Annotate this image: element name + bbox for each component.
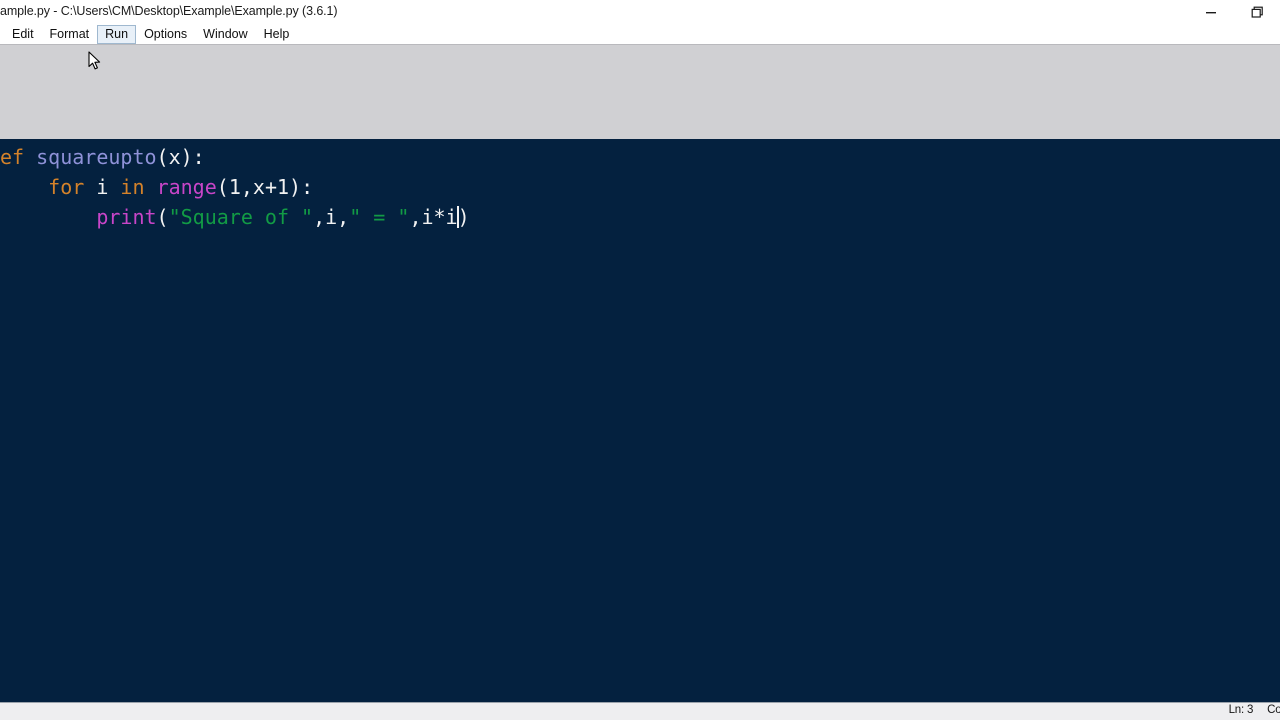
- menu-item-run[interactable]: Run: [97, 24, 137, 44]
- code-token-kw: for: [48, 175, 85, 199]
- menu-item-window[interactable]: Window: [195, 25, 255, 44]
- code-token-plain: (1,x+1):: [216, 175, 314, 199]
- menu-item-help[interactable]: Help: [256, 25, 298, 44]
- menu-bar: Edit Format Run Options Window Help: [0, 24, 1280, 70]
- title-bar: ample.py - C:\Users\CM\Desktop\Example\E…: [0, 0, 1280, 24]
- code-token-kw: in: [120, 175, 145, 199]
- code-line: print("Square of ",i," = ",i*i): [0, 202, 1280, 232]
- code-editor[interactable]: ef squareupto(x): for i in range(1,x+1):…: [0, 139, 1280, 702]
- code-token-builtin: print: [96, 205, 157, 229]
- menu-item-edit[interactable]: Edit: [4, 25, 42, 44]
- status-bar: Ln: 3 Col: 0: [0, 702, 1280, 720]
- code-token-kw: ef: [0, 145, 37, 169]
- status-line-number: Ln: 3: [1228, 704, 1254, 716]
- code-token-def: squareupto: [36, 145, 157, 169]
- restore-button[interactable]: [1234, 0, 1280, 24]
- code-line: for i in range(1,x+1):: [0, 172, 1280, 202]
- menu-item-format[interactable]: Format: [42, 25, 98, 44]
- window-title: ample.py - C:\Users\CM\Desktop\Example\E…: [0, 4, 338, 18]
- minimize-button[interactable]: [1188, 0, 1234, 24]
- code-token-plain: ,i*i: [409, 205, 458, 229]
- toolbar-blank-area: [0, 44, 1280, 139]
- status-col-number: Col: 0: [1267, 704, 1280, 716]
- code-token-string: "Square of ": [168, 205, 314, 229]
- code-token-plain: (x):: [156, 145, 205, 169]
- code-text[interactable]: ef squareupto(x): for i in range(1,x+1):…: [0, 142, 1280, 232]
- code-token-plain: ): [457, 205, 470, 229]
- code-token-plain: (: [156, 205, 169, 229]
- idle-editor-window: ample.py - C:\Users\CM\Desktop\Example\E…: [0, 0, 1280, 720]
- window-controls: [1188, 0, 1280, 24]
- minimize-icon: [1206, 12, 1216, 14]
- code-token-plain: i: [84, 175, 121, 199]
- status-position: Ln: 3 Col: 0: [1229, 704, 1280, 716]
- code-token-builtin: range: [156, 175, 217, 199]
- code-token-plain: ,i,: [313, 205, 350, 229]
- code-line: ef squareupto(x):: [0, 142, 1280, 172]
- menu-item-options[interactable]: Options: [136, 25, 195, 44]
- restore-icon: [1251, 6, 1263, 18]
- code-token-string: " = ": [349, 205, 410, 229]
